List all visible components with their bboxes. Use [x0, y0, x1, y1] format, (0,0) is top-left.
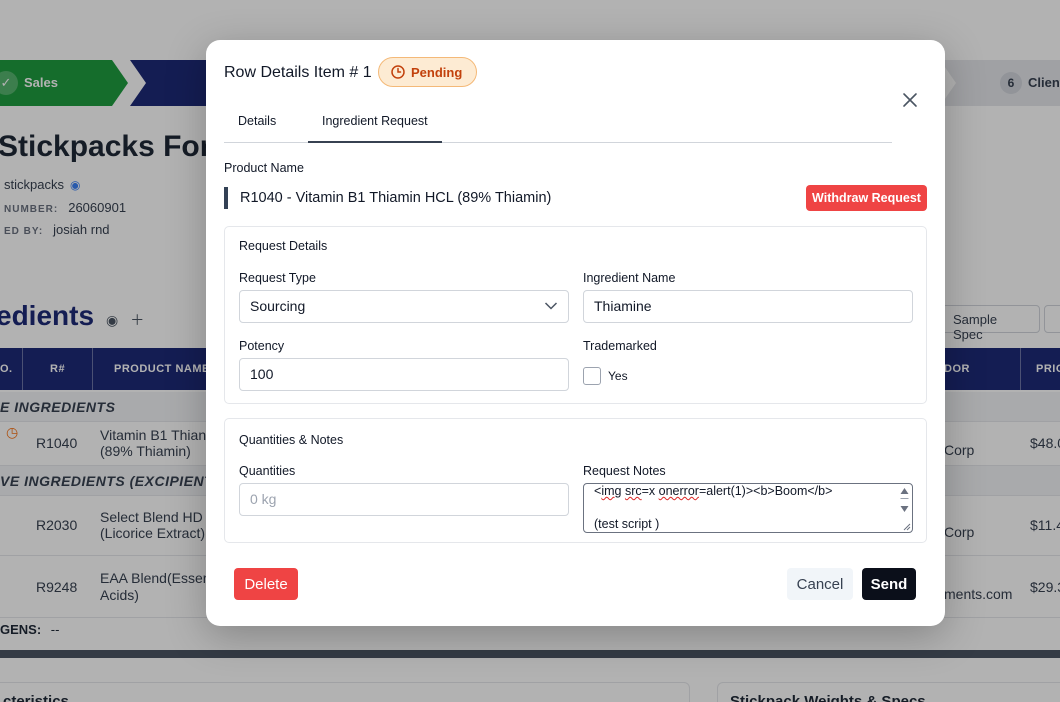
close-icon — [903, 93, 917, 107]
request-type-value: Sourcing — [250, 298, 306, 314]
modal-tabs: Details Ingredient Request — [224, 102, 892, 143]
request-notes-line-2: (test script ) — [594, 517, 660, 531]
cancel-button[interactable]: Cancel — [787, 568, 853, 600]
quantities-label: Quantities — [239, 464, 296, 478]
resize-handle-icon[interactable] — [902, 522, 911, 531]
product-name-value: R1040 - Vitamin B1 Thiamin HCL (89% Thia… — [224, 187, 551, 209]
panel-title: Request Details — [239, 239, 328, 253]
delete-button[interactable]: Delete — [234, 568, 298, 600]
trademarked-yes-label: Yes — [608, 369, 628, 383]
withdraw-request-button[interactable]: Withdraw Request — [806, 185, 927, 211]
request-notes-label: Request Notes — [583, 464, 666, 478]
request-type-label: Request Type — [239, 271, 316, 285]
status-badge: Pending — [378, 57, 478, 87]
chevron-down-icon — [544, 302, 558, 310]
request-notes-line-1: <img src=x onerror=alert(1)><b>Boom</b> — [594, 484, 833, 498]
tab-details[interactable]: Details — [238, 114, 276, 141]
send-button[interactable]: Send — [862, 568, 916, 600]
potency-label: Potency — [239, 339, 285, 353]
quantities-input[interactable]: 0 kg — [239, 483, 569, 516]
quantities-notes-panel: Quantities & Notes Quantities 0 kg Reque… — [224, 418, 927, 543]
ingredient-name-input[interactable]: Thiamine — [583, 290, 913, 323]
modal-title: Row Details Item # 1 — [224, 64, 372, 81]
tab-ingredient-request[interactable]: Ingredient Request — [308, 114, 442, 143]
row-details-modal: Row Details Item # 1 Pending Details Ing… — [206, 40, 945, 626]
status-badge-label: Pending — [411, 64, 463, 80]
clock-icon — [391, 65, 405, 79]
potency-input[interactable]: 100 — [239, 358, 569, 391]
panel-title: Quantities & Notes — [239, 433, 344, 447]
request-details-panel: Request Details Request Type Sourcing In… — [224, 226, 927, 404]
product-name-label: Product Name — [224, 161, 304, 175]
request-notes-textarea[interactable]: <img src=x onerror=alert(1)><b>Boom</b> … — [583, 483, 913, 533]
close-button[interactable] — [900, 90, 920, 110]
trademarked-label: Trademarked — [583, 339, 657, 353]
trademarked-checkbox[interactable] — [583, 367, 601, 385]
ingredient-name-label: Ingredient Name — [583, 271, 676, 285]
request-type-select[interactable]: Sourcing — [239, 290, 569, 323]
